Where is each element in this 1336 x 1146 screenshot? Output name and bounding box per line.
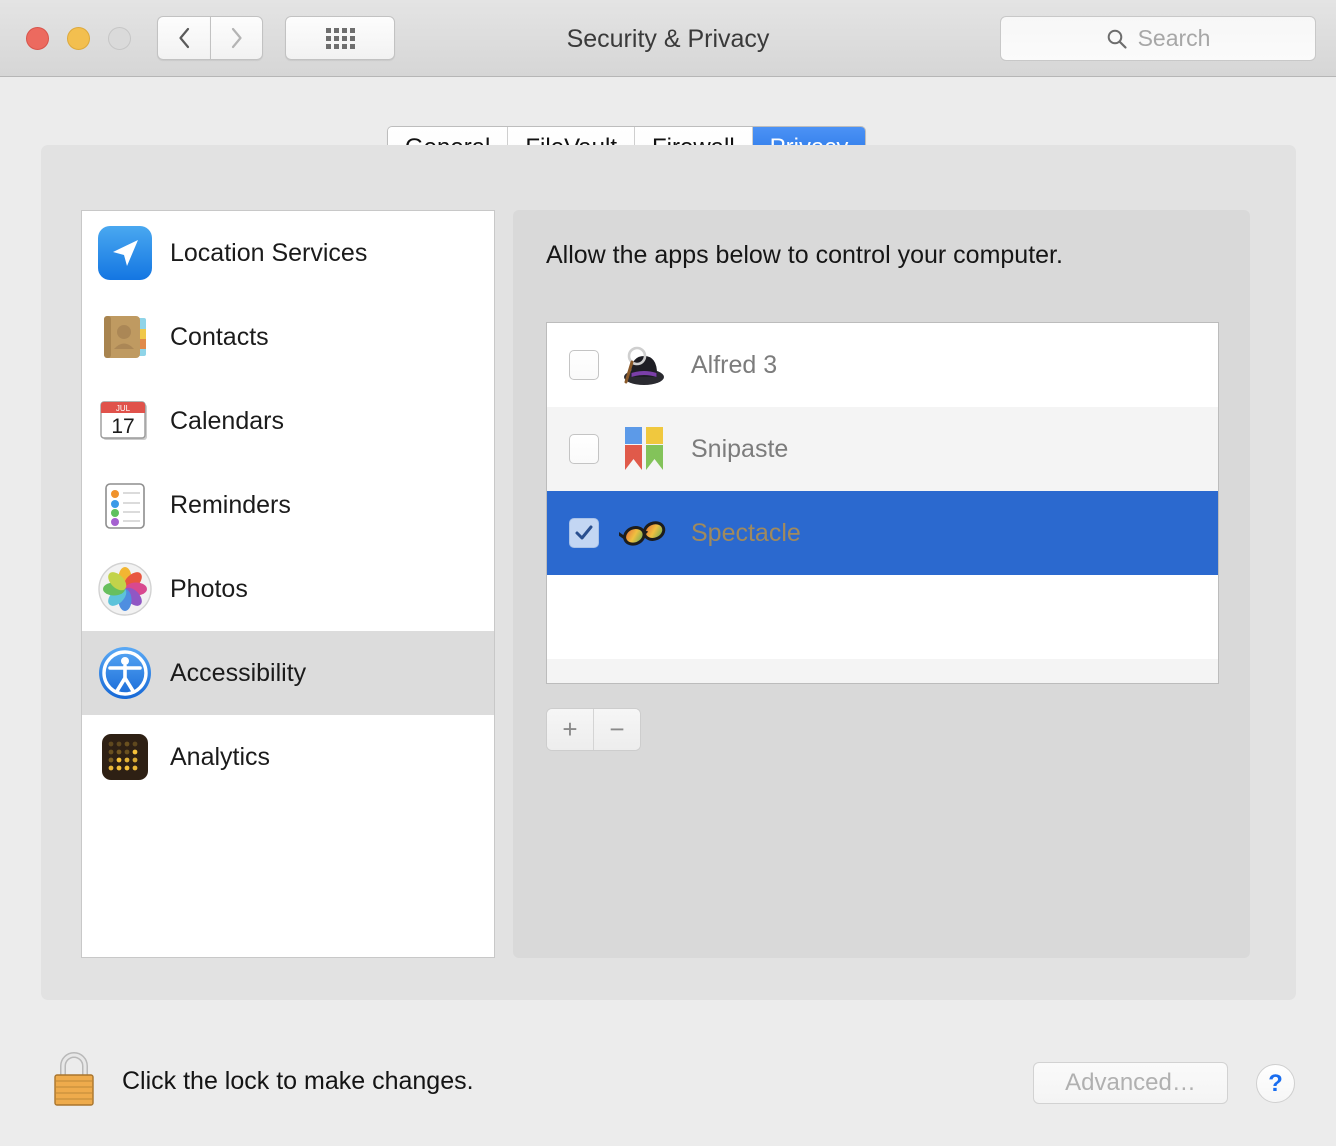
svg-text:17: 17 (111, 415, 134, 438)
checkmark-icon (575, 525, 593, 540)
snipaste-icon (619, 424, 669, 474)
svg-text:JUL: JUL (116, 404, 131, 413)
list-item[interactable]: Snipaste (547, 407, 1218, 491)
app-checkbox[interactable] (569, 434, 599, 464)
remove-app-button[interactable]: − (594, 709, 640, 750)
list-item[interactable]: Alfred 3 (547, 323, 1218, 407)
spectacle-glasses-icon (615, 508, 669, 558)
photos-icon (97, 561, 153, 617)
location-services-icon (97, 225, 153, 281)
padlock-closed-icon (54, 1052, 94, 1106)
sidebar-item-accessibility[interactable]: Accessibility (82, 631, 494, 715)
search-placeholder: Search (1137, 25, 1211, 51)
sidebar-item-reminders[interactable]: Reminders (82, 463, 494, 547)
window-titlebar: Security & Privacy Search (0, 0, 1336, 77)
allowed-apps-list: Alfred 3 Snipaste Spectacle (546, 322, 1219, 684)
allow-description: Allow the apps below to control your com… (546, 241, 1063, 269)
sidebar-item-label: Accessibility (170, 658, 307, 687)
sidebar-item-contacts[interactable]: Contacts (82, 295, 494, 379)
sidebar-item-label: Calendars (170, 406, 284, 435)
search-input[interactable]: Search (1000, 16, 1316, 61)
app-name: Snipaste (691, 434, 789, 463)
app-name: Spectacle (691, 518, 801, 547)
sidebar-item-location-services[interactable]: Location Services (82, 211, 494, 295)
list-empty-row (547, 659, 1218, 683)
app-checkbox[interactable] (569, 518, 599, 548)
sidebar-item-label: Location Services (170, 238, 368, 267)
sidebar-item-label: Photos (170, 574, 248, 603)
accessibility-detail-pane: Allow the apps below to control your com… (513, 210, 1250, 958)
security-privacy-window: Security & Privacy Search General FileVa… (0, 0, 1336, 1146)
search-icon (1107, 29, 1127, 49)
sidebar-item-label: Analytics (170, 742, 271, 771)
sidebar-item-label: Reminders (170, 490, 291, 519)
help-button[interactable]: ? (1256, 1064, 1295, 1103)
lock-button[interactable] (48, 1048, 100, 1110)
list-item[interactable]: Spectacle (547, 491, 1218, 575)
alfred-hat-icon (619, 340, 669, 390)
sidebar-item-label: Contacts (170, 322, 269, 351)
accessibility-icon (97, 645, 153, 701)
sidebar-item-photos[interactable]: Photos (82, 547, 494, 631)
list-empty-row (547, 575, 1218, 659)
app-checkbox[interactable] (569, 350, 599, 380)
add-app-button[interactable]: + (547, 709, 594, 750)
privacy-category-list: Location Services Contacts JUL 17 Calend… (81, 210, 495, 958)
lock-message: Click the lock to make changes. (122, 1067, 474, 1095)
add-remove-buttons: + − (546, 708, 641, 751)
calendars-icon: JUL 17 (97, 393, 153, 449)
reminders-icon (97, 477, 153, 533)
advanced-button: Advanced… (1033, 1062, 1228, 1104)
sidebar-item-calendars[interactable]: JUL 17 Calendars (82, 379, 494, 463)
sidebar-item-analytics[interactable]: Analytics (82, 715, 494, 799)
analytics-icon (97, 729, 153, 785)
contacts-icon (97, 309, 153, 365)
app-name: Alfred 3 (691, 350, 778, 379)
